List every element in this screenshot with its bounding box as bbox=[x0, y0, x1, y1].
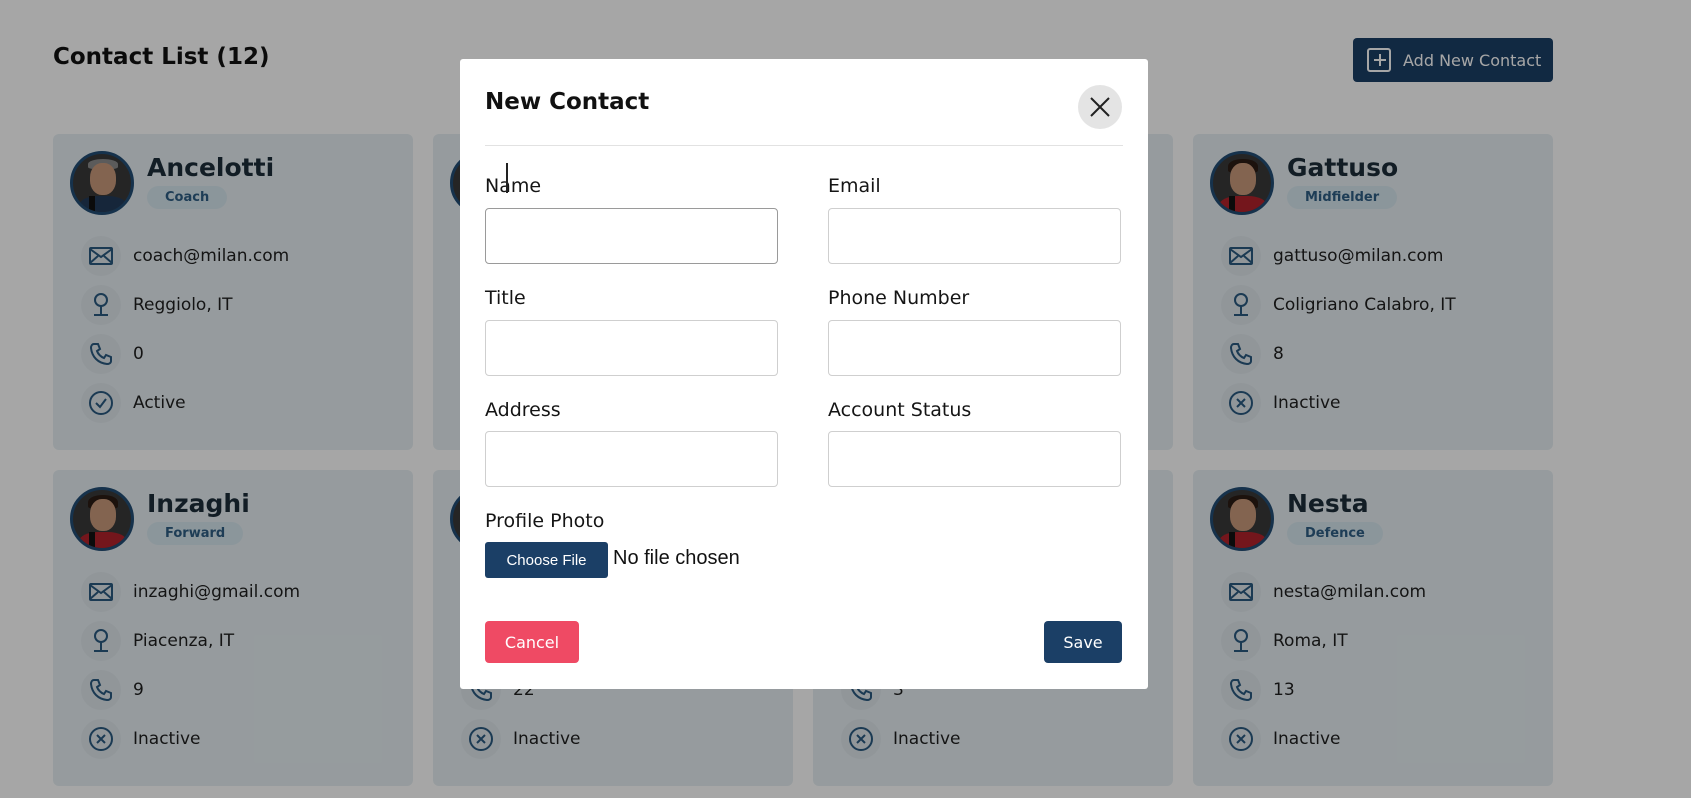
phone-number-field[interactable] bbox=[828, 320, 1121, 376]
name-label: Name bbox=[485, 175, 542, 197]
save-button[interactable]: Save bbox=[1044, 621, 1122, 663]
text-cursor bbox=[506, 163, 508, 193]
email-label: Email bbox=[828, 175, 881, 197]
account-status-label: Account Status bbox=[828, 399, 972, 421]
cancel-button[interactable]: Cancel bbox=[485, 621, 579, 663]
close-icon bbox=[1090, 97, 1110, 117]
modal-title: New Contact bbox=[485, 89, 650, 115]
file-status-text: No file chosen bbox=[613, 547, 740, 569]
address-label: Address bbox=[485, 399, 561, 421]
choose-file-button[interactable]: Choose File bbox=[485, 542, 608, 578]
new-contact-modal: New Contact Name Email Title Phone Numbe… bbox=[460, 59, 1148, 689]
email-field[interactable] bbox=[828, 208, 1121, 264]
phone-number-label: Phone Number bbox=[828, 287, 970, 309]
profile-photo-label: Profile Photo bbox=[485, 510, 605, 532]
title-label: Title bbox=[485, 287, 526, 309]
modal-divider bbox=[485, 145, 1123, 146]
address-field[interactable] bbox=[485, 431, 778, 487]
name-field[interactable] bbox=[485, 208, 778, 264]
close-button[interactable] bbox=[1078, 85, 1122, 129]
account-status-field[interactable] bbox=[828, 431, 1121, 487]
title-field[interactable] bbox=[485, 320, 778, 376]
